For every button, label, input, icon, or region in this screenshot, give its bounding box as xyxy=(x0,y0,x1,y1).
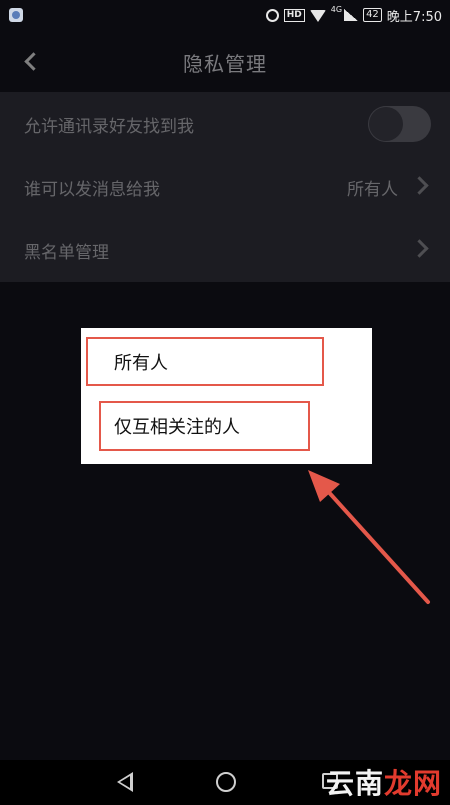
watermark-part2: 龙网 xyxy=(383,767,442,800)
header: 隐私管理 xyxy=(0,30,450,92)
option-everyone[interactable]: 所有人 xyxy=(86,337,324,386)
option-mutual-followers[interactable]: 仅互相关注的人 xyxy=(99,401,310,451)
status-time: 晚上7:50 xyxy=(386,9,442,25)
alarm-icon xyxy=(265,8,279,22)
annotation-arrow-head xyxy=(308,470,340,502)
hd-icon: HD xyxy=(283,8,305,22)
battery-icon: 42 xyxy=(363,8,382,22)
nav-back-icon[interactable] xyxy=(117,772,133,792)
toggle-knob xyxy=(369,107,403,141)
message-permission-row[interactable]: 谁可以发消息给我 所有人 xyxy=(0,155,450,218)
message-permission-value: 所有人 xyxy=(347,180,398,200)
page-title: 隐私管理 xyxy=(183,52,267,76)
signal-icon xyxy=(344,9,359,21)
message-permission-label: 谁可以发消息给我 xyxy=(24,180,160,200)
wifi-icon xyxy=(309,10,326,22)
blacklist-row[interactable]: 黑名单管理 xyxy=(0,218,450,281)
network-type-label: 4G xyxy=(330,5,343,14)
contacts-discovery-label: 允许通讯录好友找到我 xyxy=(24,117,194,137)
contacts-discovery-toggle[interactable] xyxy=(368,106,431,142)
nav-home-icon[interactable] xyxy=(216,772,236,792)
watermark: 云南龙网 xyxy=(326,762,442,802)
app-notification-icon xyxy=(9,8,23,22)
settings-list: 允许通讯录好友找到我 谁可以发消息给我 所有人 黑名单管理 xyxy=(0,92,450,282)
annotation-arrow-shaft xyxy=(323,486,430,604)
blacklist-label: 黑名单管理 xyxy=(24,243,109,263)
watermark-part1: 云南 xyxy=(325,767,384,800)
chevron-right-icon xyxy=(410,176,429,195)
permission-popup: 所有人 仅互相关注的人 xyxy=(81,328,372,464)
status-icons: HD 4G 42 晚上7:50 xyxy=(265,5,442,25)
system-nav-bar: 云南龙网 xyxy=(0,760,450,805)
contacts-discovery-row: 允许通讯录好友找到我 xyxy=(0,92,450,155)
chevron-right-icon xyxy=(410,239,429,258)
status-bar: HD 4G 42 晚上7:50 xyxy=(0,0,450,30)
